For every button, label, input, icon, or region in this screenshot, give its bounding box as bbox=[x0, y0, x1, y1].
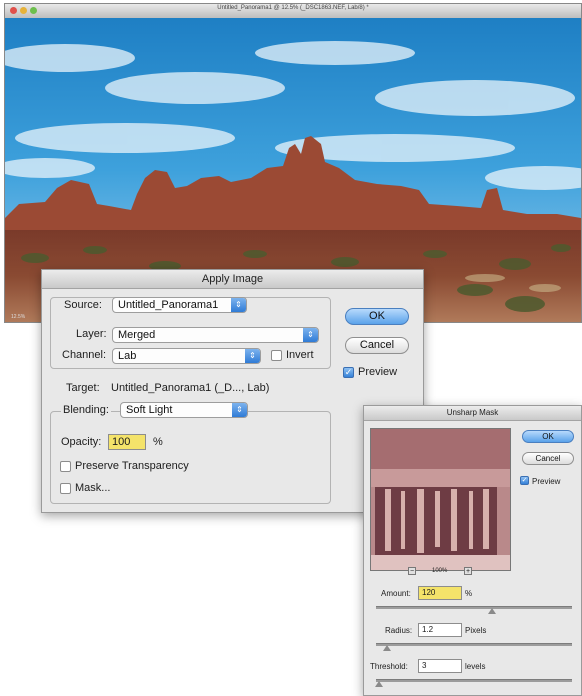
ok-button[interactable]: OK bbox=[522, 430, 574, 443]
invert-checkbox[interactable] bbox=[271, 350, 282, 361]
document-titlebar: Untitled_Panorama1 @ 12.5% (_DSC1863.NEF… bbox=[5, 4, 581, 19]
blending-select[interactable]: Soft Light ⇕ bbox=[120, 402, 248, 418]
target-value: Untitled_Panorama1 (_D..., Lab) bbox=[111, 382, 270, 394]
amount-slider-thumb[interactable] bbox=[488, 608, 496, 614]
radius-unit: Pixels bbox=[465, 626, 487, 635]
zoom-level-status: 12.5% bbox=[11, 314, 26, 320]
threshold-label: Threshold: bbox=[370, 662, 408, 671]
mask-checkbox[interactable] bbox=[60, 483, 71, 494]
blending-label: Blending: bbox=[61, 404, 111, 416]
layer-value: Merged bbox=[118, 329, 156, 341]
layer-select[interactable]: Merged ⇕ bbox=[112, 327, 319, 343]
threshold-input[interactable]: 3 bbox=[418, 659, 462, 673]
select-arrows-icon: ⇕ bbox=[303, 328, 318, 342]
amount-label: Amount: bbox=[381, 589, 411, 598]
cancel-button[interactable]: Cancel bbox=[522, 452, 574, 465]
radius-input[interactable]: 1.2 bbox=[418, 623, 462, 637]
amount-unit: % bbox=[465, 589, 473, 598]
opacity-input[interactable]: 100 bbox=[108, 434, 146, 450]
blending-value: Soft Light bbox=[126, 404, 173, 416]
zoom-out-button[interactable]: − bbox=[408, 567, 416, 575]
radius-label: Radius: bbox=[385, 626, 413, 635]
unsharp-mask-dialog: Unsharp Mask − 100% + OK Cancel ✓ Previe… bbox=[363, 405, 582, 696]
select-arrows-icon: ⇕ bbox=[231, 298, 246, 312]
layer-label: Layer: bbox=[76, 328, 107, 340]
radius-slider-track[interactable] bbox=[376, 643, 572, 646]
preview-image[interactable] bbox=[370, 428, 511, 571]
dialog-title: Apply Image bbox=[42, 270, 423, 289]
ok-button[interactable]: OK bbox=[345, 308, 409, 325]
amount-slider-track[interactable] bbox=[376, 606, 572, 609]
source-select[interactable]: Untitled_Panorama1 ⇕ bbox=[112, 297, 247, 313]
preserve-transparency-label: Preserve Transparency bbox=[75, 460, 189, 472]
select-arrows-icon: ⇕ bbox=[232, 403, 247, 417]
threshold-slider-track[interactable] bbox=[376, 679, 572, 682]
preserve-transparency-checkbox[interactable] bbox=[60, 461, 71, 472]
amount-input[interactable]: 120 bbox=[418, 586, 462, 600]
source-label: Source: bbox=[64, 299, 102, 311]
preview-zoom-level: 100% bbox=[432, 568, 448, 574]
zoom-in-button[interactable]: + bbox=[464, 567, 472, 575]
threshold-slider-thumb[interactable] bbox=[375, 681, 383, 687]
dialog-title: Unsharp Mask bbox=[364, 406, 581, 421]
opacity-label: Opacity: bbox=[61, 436, 102, 448]
channel-label: Channel: bbox=[62, 349, 107, 361]
select-arrows-icon: ⇕ bbox=[245, 349, 260, 363]
invert-label: Invert bbox=[286, 349, 314, 361]
cancel-button[interactable]: Cancel bbox=[345, 337, 409, 354]
preview-checkbox[interactable]: ✓ bbox=[520, 476, 529, 485]
document-title: Untitled_Panorama1 @ 12.5% (_DSC1863.NEF… bbox=[217, 5, 369, 11]
opacity-unit: % bbox=[153, 436, 163, 448]
threshold-unit: levels bbox=[465, 662, 486, 671]
channel-select[interactable]: Lab ⇕ bbox=[112, 348, 261, 364]
radius-slider-thumb[interactable] bbox=[383, 645, 391, 651]
preview-checkbox[interactable]: ✓ bbox=[343, 367, 354, 378]
mask-label: Mask... bbox=[75, 482, 111, 494]
preview-label: Preview bbox=[532, 477, 561, 486]
source-value: Untitled_Panorama1 bbox=[118, 299, 219, 311]
channel-value: Lab bbox=[118, 350, 137, 362]
target-label: Target: bbox=[66, 382, 100, 394]
preview-label: Preview bbox=[358, 366, 398, 378]
